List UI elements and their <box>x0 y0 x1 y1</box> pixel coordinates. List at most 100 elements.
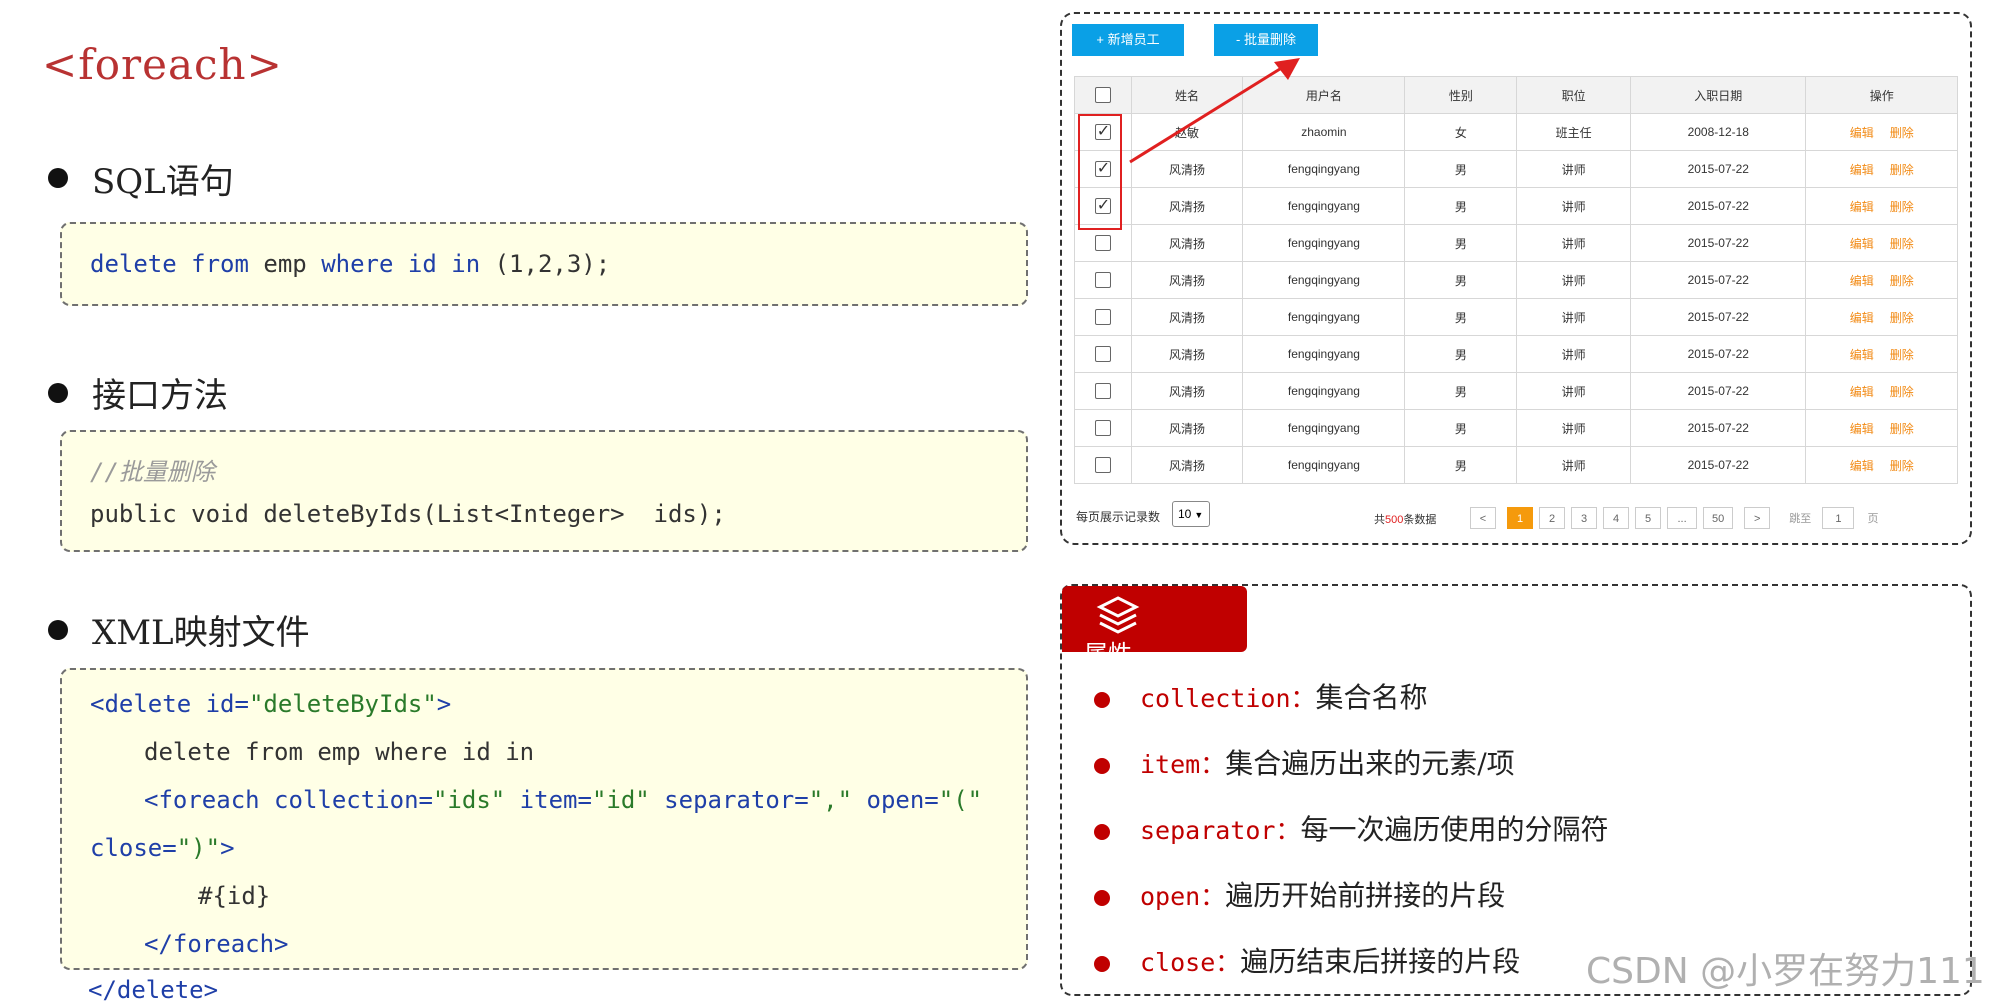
delete-link[interactable]: 删除 <box>1890 126 1914 140</box>
table-row: 风清扬fengqingyang男讲师2015-07-22 编辑 删除 <box>1074 372 1958 410</box>
row-select-cell[interactable] <box>1074 335 1132 373</box>
pagination: < 1 2 3 4 5... 50 > 跳至 1 页 <box>1470 507 1890 529</box>
select-all-checkbox[interactable] <box>1094 87 1111 103</box>
add-employee-button[interactable]: + 新增员工 <box>1072 24 1184 56</box>
delete-link[interactable]: 删除 <box>1890 311 1914 325</box>
cell-date: 2015-07-22 <box>1630 261 1807 299</box>
header-actions: 操作 <box>1805 76 1958 114</box>
xml-line-1: <delete id="deleteByIds"> <box>90 690 452 718</box>
cell-position: 讲师 <box>1516 187 1632 225</box>
delete-link[interactable]: 删除 <box>1890 200 1914 214</box>
bullet-dot <box>1094 692 1110 708</box>
delete-link[interactable]: 删除 <box>1890 163 1914 177</box>
row-select-cell[interactable] <box>1074 409 1132 447</box>
row-checkbox[interactable] <box>1094 457 1111 473</box>
prev-page-button[interactable]: < <box>1470 507 1496 529</box>
row-select-cell[interactable] <box>1074 446 1132 484</box>
page-button[interactable]: 2 <box>1539 507 1566 529</box>
cell-gender: 男 <box>1404 224 1518 262</box>
cell-date: 2015-07-22 <box>1630 298 1807 336</box>
jump-label: 跳至 <box>1789 513 1812 525</box>
edit-link[interactable]: 编辑 <box>1850 311 1874 325</box>
cell-actions: 编辑 删除 <box>1805 298 1958 336</box>
attribute-key: close： <box>1140 948 1241 977</box>
cell-actions: 编辑 删除 <box>1805 409 1958 447</box>
page-button[interactable]: ... <box>1667 507 1698 529</box>
bullet-dot <box>1094 890 1110 906</box>
page-button[interactable]: 5 <box>1635 507 1662 529</box>
slide-title: <foreach> <box>42 40 283 89</box>
edit-link[interactable]: 编辑 <box>1850 385 1874 399</box>
cell-date: 2015-07-22 <box>1630 187 1807 225</box>
per-page-label: 每页展示记录数 <box>1076 510 1161 524</box>
cell-name: 风清扬 <box>1130 187 1244 225</box>
attribute-item: collection：集合名称 <box>1140 676 1428 716</box>
attribute-desc: 每一次遍历使用的分隔符 <box>1300 813 1609 846</box>
header-date: 入职日期 <box>1630 76 1807 114</box>
cell-gender: 男 <box>1404 446 1518 484</box>
cell-actions: 编辑 删除 <box>1805 261 1958 299</box>
attribute-key: item： <box>1140 750 1226 779</box>
edit-link[interactable]: 编辑 <box>1850 348 1874 362</box>
row-checkbox[interactable] <box>1094 346 1111 362</box>
edit-link[interactable]: 编辑 <box>1850 422 1874 436</box>
row-select-cell[interactable] <box>1074 298 1132 336</box>
row-select-cell[interactable] <box>1074 372 1132 410</box>
row-checkbox[interactable] <box>1094 420 1111 436</box>
header-position: 职位 <box>1516 76 1632 114</box>
layers-icon <box>1096 596 1140 634</box>
cell-name: 风清扬 <box>1130 261 1244 299</box>
delete-link[interactable]: 删除 <box>1890 237 1914 251</box>
page-button[interactable]: 3 <box>1571 507 1598 529</box>
cell-position: 讲师 <box>1516 261 1632 299</box>
bullet-dot <box>48 168 68 188</box>
cell-date: 2015-07-22 <box>1630 446 1807 484</box>
attribute-key: separator： <box>1140 816 1301 845</box>
per-page-select[interactable]: 10 ▼ <box>1172 501 1210 527</box>
cell-actions: 编辑 删除 <box>1805 335 1958 373</box>
row-select-cell[interactable] <box>1074 261 1132 299</box>
row-checkbox[interactable] <box>1094 383 1111 399</box>
next-page-button[interactable]: > <box>1744 507 1771 529</box>
xml-code-box: <delete id="deleteByIds"> delete from em… <box>60 668 1028 970</box>
row-checkbox[interactable] <box>1094 272 1111 288</box>
page-button[interactable]: 50 <box>1703 507 1734 529</box>
xml-line-2: delete from emp where id in <box>144 738 535 766</box>
table-row: 风清扬fengqingyang男讲师2015-07-22 编辑 删除 <box>1074 409 1958 447</box>
interface-code-box: //批量删除 public void deleteByIds(List<Inte… <box>60 430 1028 552</box>
row-checkbox[interactable] <box>1094 309 1111 325</box>
cell-date: 2015-07-22 <box>1630 335 1807 373</box>
cell-date: 2008-12-18 <box>1630 113 1807 151</box>
delete-link[interactable]: 删除 <box>1890 274 1914 288</box>
cell-position: 讲师 <box>1516 446 1632 484</box>
cell-actions: 编辑 删除 <box>1805 224 1958 262</box>
arrow-icon <box>1129 58 1300 164</box>
page-button[interactable]: 4 <box>1603 507 1630 529</box>
cell-date: 2015-07-22 <box>1630 372 1807 410</box>
edit-link[interactable]: 编辑 <box>1850 163 1874 177</box>
cell-position: 讲师 <box>1516 224 1632 262</box>
chevron-down-icon: ▼ <box>1194 510 1204 520</box>
batch-delete-button[interactable]: - 批量删除 <box>1214 24 1318 56</box>
page-button[interactable]: 1 <box>1507 507 1534 529</box>
row-select-cell[interactable] <box>1074 224 1132 262</box>
cell-gender: 男 <box>1404 187 1518 225</box>
attribute-key: open： <box>1140 882 1226 911</box>
edit-link[interactable]: 编辑 <box>1850 126 1874 140</box>
cell-gender: 女 <box>1404 113 1518 151</box>
bullet-dot <box>48 383 68 403</box>
cell-name: 风清扬 <box>1130 224 1244 262</box>
total-records: 共500条数据 <box>1374 514 1437 526</box>
delete-link[interactable]: 删除 <box>1890 385 1914 399</box>
cell-actions: 编辑 删除 <box>1805 446 1958 484</box>
delete-link[interactable]: 删除 <box>1890 348 1914 362</box>
delete-link[interactable]: 删除 <box>1890 422 1914 436</box>
edit-link[interactable]: 编辑 <box>1850 274 1874 288</box>
jump-page-input[interactable]: 1 <box>1822 507 1855 529</box>
cell-username: fengqingyang <box>1242 335 1406 373</box>
row-checkbox[interactable] <box>1094 235 1111 251</box>
edit-link[interactable]: 编辑 <box>1850 459 1874 473</box>
edit-link[interactable]: 编辑 <box>1850 237 1874 251</box>
delete-link[interactable]: 删除 <box>1890 459 1914 473</box>
edit-link[interactable]: 编辑 <box>1850 200 1874 214</box>
